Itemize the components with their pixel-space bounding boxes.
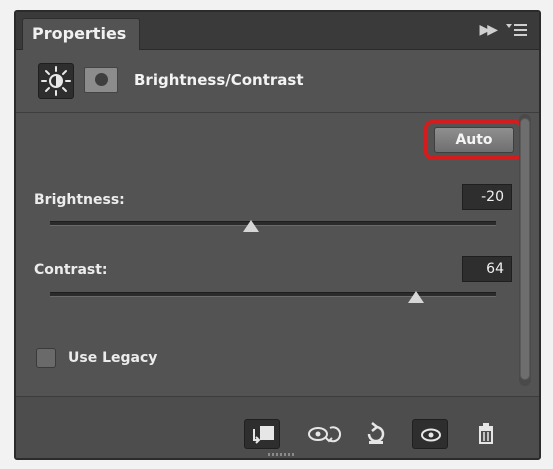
contrast-value-field[interactable]: 64 <box>462 256 512 282</box>
panel-scrollbar[interactable] <box>519 114 531 386</box>
use-legacy-label: Use Legacy <box>68 350 158 366</box>
tab-properties[interactable]: Properties <box>22 18 140 50</box>
panel-tab-bar: Properties ▶▶ <box>16 12 539 50</box>
brightness-label: Brightness: <box>34 192 125 208</box>
brightness-slider-thumb[interactable] <box>242 220 259 232</box>
properties-panel: Properties ▶▶ Brightness/Contrast Auto B… <box>14 10 541 460</box>
contrast-slider-track[interactable] <box>50 291 496 303</box>
brightness-slider-track[interactable] <box>50 220 496 232</box>
brightness-value-field[interactable]: -20 <box>462 184 512 210</box>
scrollbar-thumb[interactable] <box>520 118 530 380</box>
panel-menu-icon[interactable] <box>505 19 527 41</box>
view-previous-state-icon[interactable] <box>304 419 342 449</box>
adjustment-title: Brightness/Contrast <box>134 71 304 89</box>
contrast-label: Contrast: <box>34 262 108 278</box>
contrast-slider-thumb[interactable] <box>407 291 424 303</box>
auto-button[interactable]: Auto <box>434 127 514 153</box>
panel-resize-grip[interactable] <box>268 453 294 456</box>
reset-icon[interactable] <box>358 419 394 449</box>
adjustment-header: Brightness/Contrast <box>16 51 539 113</box>
eye-icon[interactable] <box>412 419 448 449</box>
double-chevron-right-icon[interactable]: ▶▶ <box>479 19 497 41</box>
brightness-contrast-sun-icon[interactable] <box>38 63 74 99</box>
clip-to-layer-icon[interactable] <box>244 419 280 449</box>
layer-mask-icon[interactable] <box>84 67 118 93</box>
trash-icon[interactable] <box>468 419 504 449</box>
panel-bottom-toolbar <box>16 396 539 458</box>
use-legacy-checkbox[interactable] <box>36 348 56 368</box>
